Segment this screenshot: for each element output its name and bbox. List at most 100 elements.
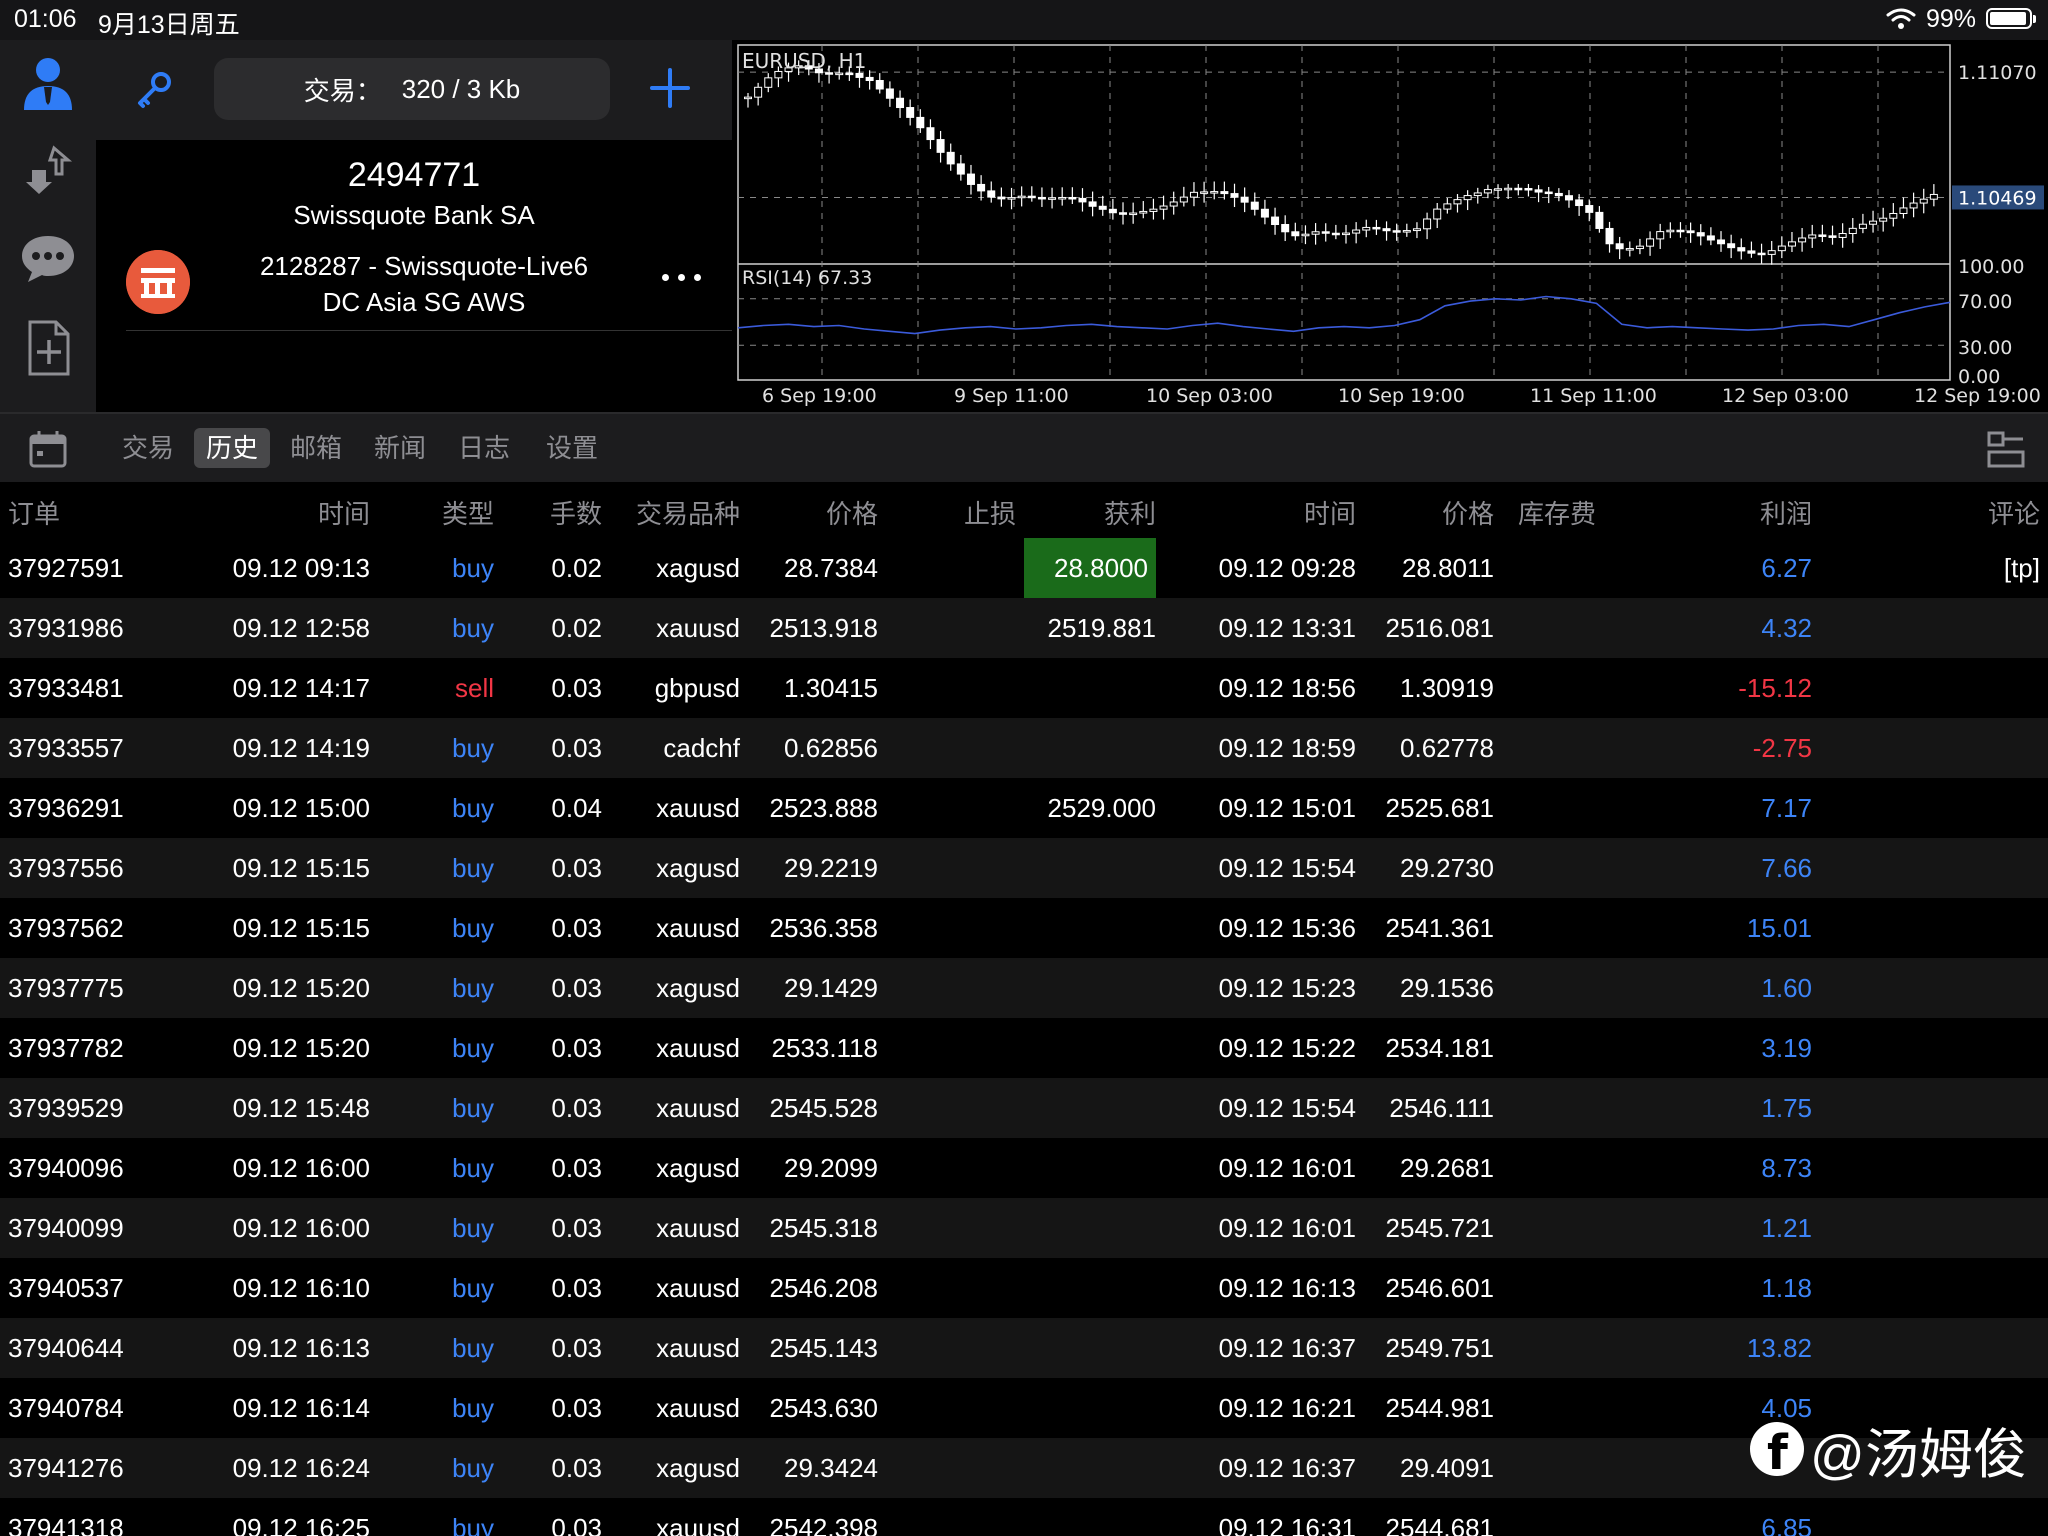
candle-body [1757,252,1766,256]
tab-5[interactable]: 设置 [534,428,610,468]
cell-symbol: xauusd [656,1093,740,1123]
chart-canvas[interactable]: EURUSD, H1 RSI(14) 67.33 1.11070 1.10469 100… [732,40,2048,412]
cell-type: buy [452,1513,494,1536]
candle-body [1321,231,1330,234]
cell-symbol: xagusd [656,553,740,583]
table-row[interactable]: 37940537 09.12 16:10 buy 0.03 xauusd 2546.208… [0,1258,2048,1318]
column-header[interactable]: 评论 [1900,494,2040,531]
wifi-icon [1886,8,1916,29]
table-row[interactable]: 37937562 09.12 15:15 buy 0.03 xauusd 2536.358… [0,898,2048,958]
calendar-icon[interactable] [28,429,68,469]
column-header[interactable]: 订单 [8,494,158,531]
candle-body [926,127,935,141]
table-row[interactable]: 37940644 09.12 16:13 buy 0.03 xauusd 2545.143… [0,1318,2048,1378]
account-server: 2128287 - Swissquote-Live6 DC Asia SG AW… [96,248,752,320]
candle-body [1240,196,1249,203]
column-header[interactable]: 价格 [1366,494,1494,531]
cell-profit: 6.85 [1761,1513,1812,1536]
chat-icon[interactable] [18,226,78,286]
candle-body [1362,226,1371,231]
cell-type: buy [452,1333,494,1363]
candle-body [1605,227,1614,245]
cell-comment [1900,1258,2040,1318]
cell-swap [1518,838,1618,898]
column-header[interactable]: 获利 [1024,494,1156,531]
cell-sl [900,1378,1016,1438]
price-tick-label: 1.11070 [1958,62,2037,84]
cell-close-time: 09.12 15:54 [1218,853,1356,883]
cell-symbol: xauusd [656,613,740,643]
cell-tp [1024,1018,1156,1078]
account-icon[interactable] [18,54,78,114]
cell-open-time: 09.12 09:13 [232,553,370,583]
column-header[interactable]: 手数 [510,494,602,531]
cell-close-price: 29.4091 [1400,1453,1494,1483]
table-row[interactable]: 37933557 09.12 14:19 buy 0.03 cadchf 0.62856 0… [0,718,2048,778]
transfer-icon[interactable] [18,140,78,200]
cell-open-price: 2545.528 [769,1093,878,1123]
account-panel: 交易： 320 / 3 Kb 2494771 Swissquote Bank S… [96,40,732,412]
cell-open-price: 2545.318 [769,1213,878,1243]
table-row[interactable]: 37931986 09.12 12:58 buy 0.02 xauusd 2513.918… [0,598,2048,658]
cell-profit: 1.60 [1761,973,1812,1003]
more-icon[interactable] [658,266,706,290]
key-icon[interactable] [134,70,174,110]
cell-profit: -15.12 [1738,673,1812,703]
column-header[interactable]: 类型 [410,494,494,531]
candle-body [1798,237,1807,243]
column-header[interactable]: 价格 [750,494,878,531]
cell-type: buy [452,853,494,883]
cell-tp [1024,1198,1156,1258]
cell-type: buy [452,733,494,763]
table-row[interactable]: 37941318 09.12 16:25 buy 0.03 xauusd 2542.398… [0,1498,2048,1536]
table-row[interactable]: 37927591 09.12 09:13 buy 0.02 xagusd 28.7384 2… [0,538,2048,598]
candle-body [1554,192,1563,197]
candle-body [1818,234,1827,237]
cell-order: 37936291 [8,793,124,823]
column-header[interactable]: 止损 [900,494,1016,531]
column-header[interactable]: 库存费 [1518,494,1618,531]
candle-body [1058,196,1067,200]
candle-body [1808,234,1817,239]
table-row[interactable]: 37940099 09.12 16:00 buy 0.03 xauusd 2545.318… [0,1198,2048,1258]
add-document-icon[interactable] [18,318,78,378]
cell-type: buy [452,1273,494,1303]
cell-sl [900,838,1016,898]
tab-1[interactable]: 历史 [194,428,271,468]
tab-0[interactable]: 交易 [110,428,186,468]
column-header[interactable]: 利润 [1640,494,1812,531]
table-row[interactable]: 37937775 09.12 15:20 buy 0.03 xagusd 29.1429 0… [0,958,2048,1018]
table-row[interactable]: 37936291 09.12 15:00 buy 0.04 xauusd 2523.888… [0,778,2048,838]
cell-profit: 7.66 [1761,853,1812,883]
cell-volume: 0.03 [551,1453,602,1483]
column-header[interactable]: 时间 [1176,494,1356,531]
cell-swap [1518,1318,1618,1378]
table-row[interactable]: 37940784 09.12 16:14 buy 0.03 xauusd 2543.630… [0,1378,2048,1438]
candle-body [1129,212,1138,216]
tab-3[interactable]: 新闻 [362,428,438,468]
candle-body [1676,229,1685,233]
server-line-1: 2128287 - Swissquote-Live6 [259,251,589,281]
cell-close-price: 2541.361 [1385,913,1494,943]
layout-icon[interactable] [1986,430,2026,470]
table-row[interactable]: 37937782 09.12 15:20 buy 0.03 xauusd 2533.118… [0,1018,2048,1078]
cell-comment [1900,778,2040,838]
cell-tp: 2529.000 [1047,793,1156,823]
cell-order: 37937775 [8,973,124,1003]
cell-comment [1900,1078,2040,1138]
column-header[interactable]: 时间 [170,494,370,531]
cell-type: buy [452,1393,494,1423]
add-icon[interactable] [648,66,692,110]
table-row[interactable]: 37937556 09.12 15:15 buy 0.03 xagusd 29.2219 0… [0,838,2048,898]
tab-2[interactable]: 邮箱 [278,428,354,468]
table-row[interactable]: 37941276 09.12 16:24 buy 0.03 xagusd 29.3424 0… [0,1438,2048,1498]
table-row[interactable]: 37933481 09.12 14:17 sell 0.03 gbpusd 1.30415… [0,658,2048,718]
price-chart[interactable]: EURUSD, H1 RSI(14) 67.33 1.11070 1.10469 100… [732,40,2048,412]
time-axis-label: 12 Sep 03:00 [1722,385,1849,407]
tab-4[interactable]: 日志 [446,428,522,468]
table-row[interactable]: 37940096 09.12 16:00 buy 0.03 xagusd 29.2099 0… [0,1138,2048,1198]
cell-close-time: 09.12 16:37 [1218,1333,1356,1363]
column-header[interactable]: 交易品种 [624,494,740,531]
table-row[interactable]: 37939529 09.12 15:48 buy 0.03 xauusd 2545.528… [0,1078,2048,1138]
cell-symbol: xauusd [656,1333,740,1363]
